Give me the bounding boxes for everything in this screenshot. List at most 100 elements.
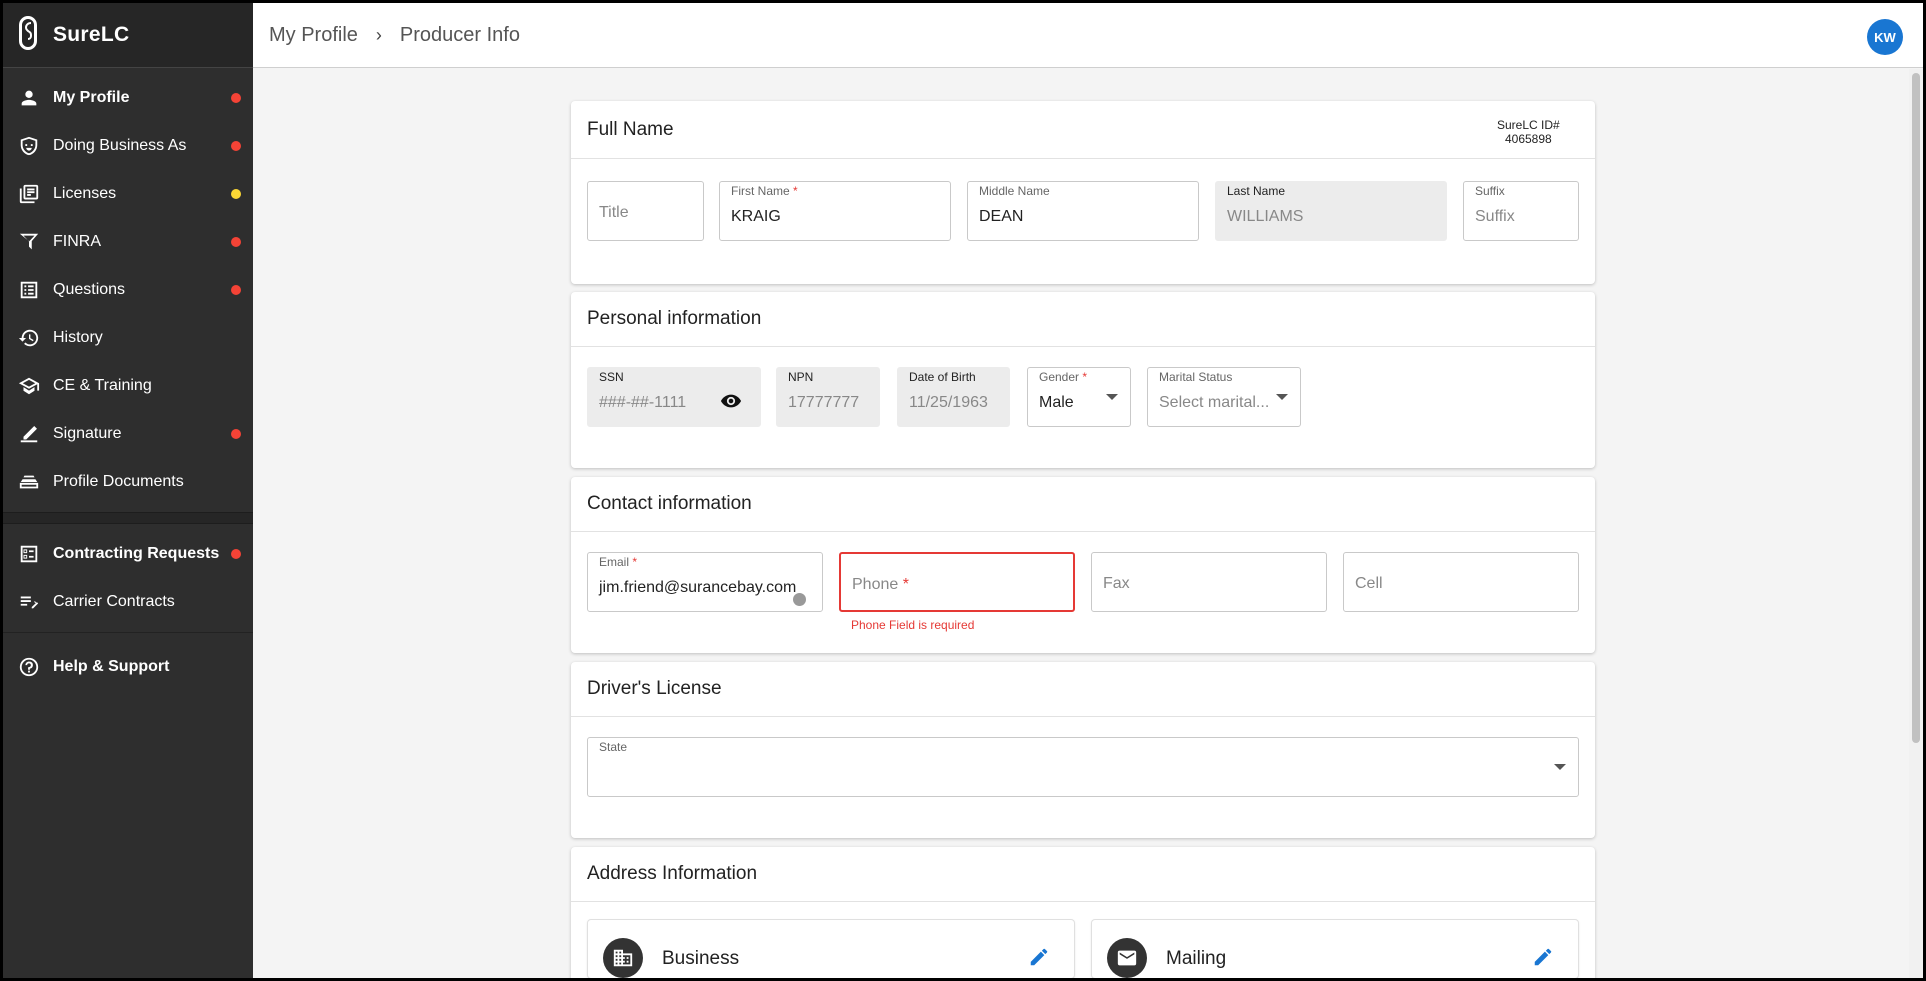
- sidebar-contracting-nav: Contracting Requests Carrier Contracts: [3, 524, 253, 632]
- cell-field[interactable]: Cell: [1343, 552, 1579, 612]
- mailing-title: Mailing: [1166, 948, 1227, 969]
- person-icon: [17, 86, 41, 110]
- phone-field[interactable]: Phone *: [839, 552, 1075, 612]
- ssn-field: SSN ###-##-1111: [587, 367, 761, 427]
- breadcrumb-producer-info: Producer Info: [399, 23, 520, 46]
- history-icon: [17, 326, 41, 350]
- first-name-label: First Name *: [731, 184, 798, 198]
- documents-icon: [17, 470, 41, 494]
- card-title: Full Name: [571, 101, 1595, 159]
- npn-field: NPN 17777777: [776, 367, 880, 427]
- contact-info-card: Contact information Email * jim.friend@s…: [571, 477, 1595, 653]
- gender-select[interactable]: Gender * Male: [1027, 367, 1131, 427]
- marital-status-select[interactable]: Marital Status Select marital...: [1147, 367, 1301, 427]
- title-field[interactable]: Title: [587, 181, 704, 241]
- drivers-license-card: Driver's License State: [571, 662, 1595, 838]
- mailing-address-card: Mailing: [1091, 919, 1579, 978]
- npn-label: NPN: [788, 370, 814, 384]
- marital-status-label: Marital Status: [1159, 370, 1233, 384]
- sidebar-item-signature[interactable]: Signature: [3, 410, 253, 458]
- last-name-field: Last Name WILLIAMS: [1215, 181, 1447, 241]
- sidebar-item-history[interactable]: History: [3, 314, 253, 362]
- top-bar: My Profile › Producer Info KW: [253, 3, 1923, 68]
- sidebar-item-label: Signature: [53, 425, 122, 442]
- envelope-icon: [1107, 938, 1147, 978]
- email-label: Email *: [599, 555, 638, 569]
- sidebar-item-questions[interactable]: Questions: [3, 266, 253, 314]
- signature-icon: [17, 422, 41, 446]
- avatar[interactable]: KW: [1867, 19, 1903, 55]
- npn-value: 17777777: [788, 394, 860, 411]
- help-icon: [17, 655, 41, 679]
- status-dot: [231, 285, 241, 295]
- suffix-field[interactable]: Suffix Suffix: [1463, 181, 1579, 241]
- cell-placeholder: Cell: [1355, 575, 1383, 592]
- phone-error: Phone Field is required: [851, 618, 975, 632]
- sidebar-item-help-support[interactable]: Help & Support: [3, 643, 253, 691]
- surelc-id-label: SureLC ID#: [1497, 118, 1560, 132]
- school-icon: [17, 374, 41, 398]
- sidebar-item-label: FINRA: [53, 233, 101, 250]
- first-name-field[interactable]: First Name * KRAIG: [719, 181, 951, 241]
- brand[interactable]: SureLC: [3, 3, 253, 68]
- chevron-down-icon: [1554, 764, 1566, 770]
- card-title: Address Information: [571, 847, 1595, 902]
- ssn-value: ###-##-1111: [599, 394, 687, 411]
- chevron-down-icon: [1276, 394, 1288, 400]
- edit-mailing-pencil-icon[interactable]: [1532, 946, 1556, 970]
- status-dot: [231, 237, 241, 247]
- status-dot: [231, 141, 241, 151]
- ssn-label: SSN: [599, 370, 624, 384]
- sidebar-item-label: Doing Business As: [53, 137, 187, 154]
- scrollbar[interactable]: [1909, 69, 1923, 978]
- scrollbar-thumb[interactable]: [1912, 73, 1920, 743]
- sidebar-item-label: Carrier Contracts: [53, 593, 175, 610]
- sidebar-item-label: CE & Training: [53, 377, 152, 394]
- address-info-card: Address Information Business Mailing: [571, 847, 1595, 978]
- sidebar-item-ce-training[interactable]: CE & Training: [3, 362, 253, 410]
- status-dot: [231, 549, 241, 559]
- sidebar-nav: My Profile Doing Business As Licenses FINRA…: [3, 68, 253, 512]
- edit-business-pencil-icon[interactable]: [1028, 946, 1052, 970]
- sidebar-item-label: History: [53, 329, 103, 346]
- sidebar-item-label: Help & Support: [53, 658, 170, 675]
- sidebar-item-doing-business-as[interactable]: Doing Business As: [3, 122, 253, 170]
- sidebar-item-licenses[interactable]: Licenses: [3, 170, 253, 218]
- status-dot: [231, 189, 241, 199]
- middle-name-field[interactable]: Middle Name DEAN: [967, 181, 1199, 241]
- state-select[interactable]: State: [587, 737, 1579, 797]
- brand-name: SureLC: [53, 23, 130, 46]
- sidebar-item-finra[interactable]: FINRA: [3, 218, 253, 266]
- sidebar-item-carrier-contracts[interactable]: Carrier Contracts: [3, 578, 253, 626]
- sidebar-item-label: Profile Documents: [53, 473, 184, 490]
- email-field[interactable]: Email * jim.friend@surancebay.com: [587, 552, 823, 612]
- mask-icon: [17, 134, 41, 158]
- sidebar-item-my-profile[interactable]: My Profile: [3, 74, 253, 122]
- last-name-label: Last Name: [1227, 184, 1286, 198]
- surelc-id-value: 4065898: [1504, 132, 1552, 146]
- suffix-label: Suffix: [1475, 184, 1505, 198]
- edit-note-icon: [17, 590, 41, 614]
- info-icon: [793, 593, 806, 606]
- checklist-icon: [17, 542, 41, 566]
- sidebar-item-profile-documents[interactable]: Profile Documents: [3, 458, 253, 506]
- sidebar-item-label: Licenses: [53, 185, 117, 202]
- status-dot: [231, 429, 241, 439]
- building-icon: [603, 938, 643, 978]
- status-dot: [231, 93, 241, 103]
- middle-name-label: Middle Name: [979, 184, 1050, 198]
- email-value: jim.friend@surancebay.com: [599, 579, 797, 596]
- eye-icon[interactable]: [720, 390, 742, 417]
- fax-placeholder: Fax: [1103, 575, 1130, 592]
- personal-info-card: Personal information SSN ###-##-1111 NPN…: [571, 292, 1595, 468]
- dob-label: Date of Birth: [909, 370, 976, 384]
- chevron-down-icon: [1106, 394, 1118, 400]
- finra-icon: [17, 230, 41, 254]
- gender-value: Male: [1039, 394, 1074, 411]
- title-placeholder: Title: [599, 204, 629, 221]
- sidebar-item-contracting-requests[interactable]: Contracting Requests: [3, 530, 253, 578]
- date-of-birth-field: Date of Birth 11/25/1963: [897, 367, 1010, 427]
- breadcrumb-my-profile[interactable]: My Profile: [269, 24, 358, 47]
- fax-field[interactable]: Fax: [1091, 552, 1327, 612]
- full-name-card: Full Name SureLC ID# 4065898 Title First…: [571, 101, 1595, 284]
